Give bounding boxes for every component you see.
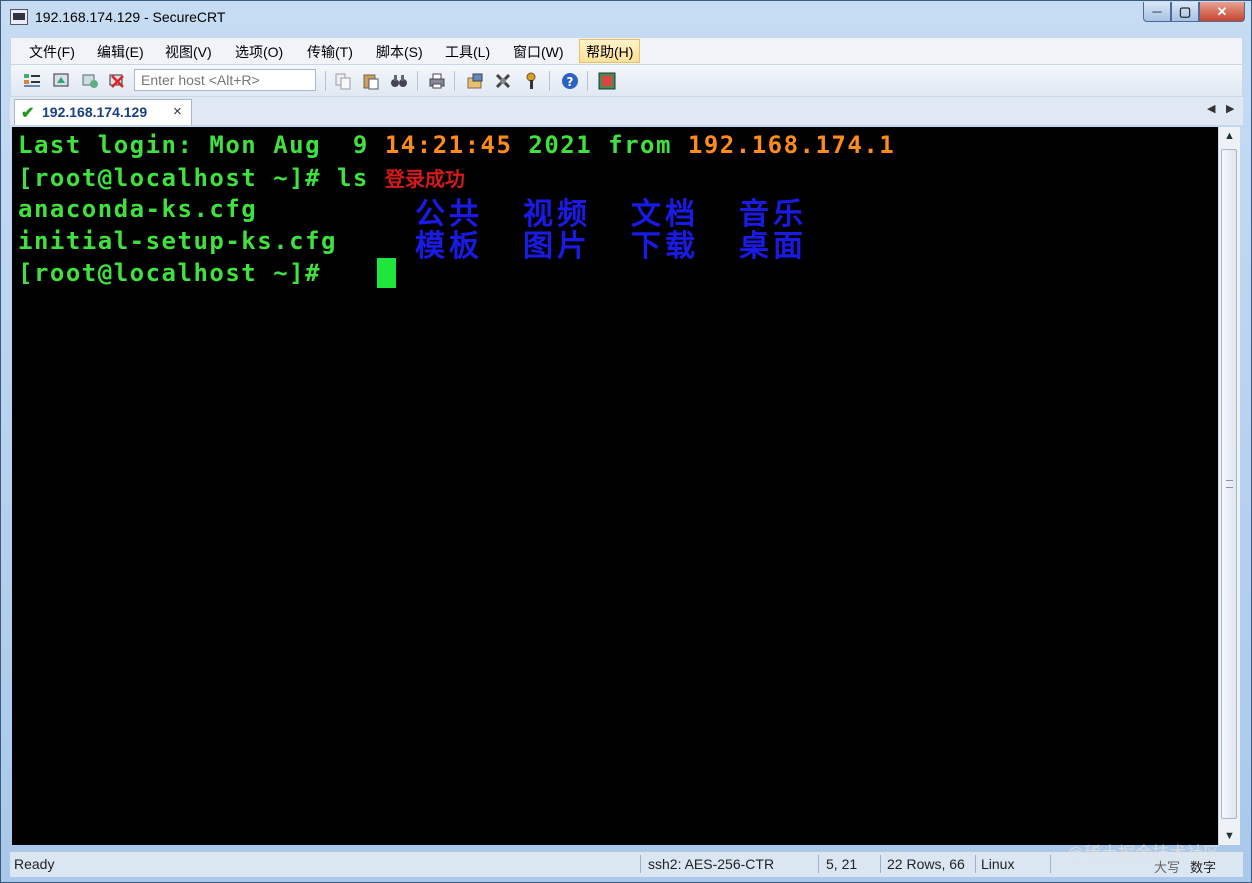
toolbar-separator <box>587 71 588 91</box>
session-tab-bar: ✔ 192.168.174.129 × ◀ ▶ <box>10 97 1243 125</box>
toolbar-separator <box>417 71 418 91</box>
terminal-line: Last login: Mon Aug 9 14:21:45 2021 from… <box>18 131 896 159</box>
disconnect-icon[interactable] <box>108 72 126 90</box>
annotation-text: 登录成功 <box>384 167 465 191</box>
close-button[interactable]: ✕ <box>1199 2 1245 22</box>
help-icon[interactable]: ? <box>561 72 579 90</box>
tab-label: 192.168.174.129 <box>42 104 148 120</box>
menu-help[interactable]: 帮助(H) <box>579 39 641 63</box>
status-separator <box>818 855 819 873</box>
title-bar: 192.168.174.129 - SecureCRT ─ ▢ ✕ <box>1 1 1251 35</box>
sftp-icon[interactable] <box>598 72 616 90</box>
copy-icon[interactable] <box>334 72 352 90</box>
scroll-grip <box>1226 480 1233 488</box>
toolbar-separator <box>549 71 550 91</box>
app-icon <box>10 9 28 25</box>
menu-transfer[interactable]: 传输(T) <box>303 42 357 62</box>
terminal-line: anaconda-ks.cfg <box>18 195 258 223</box>
dir-entry: 模板 <box>415 229 483 264</box>
watermark-text: @稀土掘金技术社区 <box>1067 844 1221 863</box>
scroll-thumb[interactable] <box>1221 149 1237 819</box>
minimize-button[interactable]: ─ <box>1143 2 1171 22</box>
quick-connect-icon[interactable] <box>52 72 70 90</box>
connect-bar-icon[interactable] <box>23 72 41 90</box>
print-icon[interactable] <box>428 72 446 90</box>
scroll-up-icon[interactable]: ▲ <box>1224 130 1235 142</box>
status-os: Linux <box>981 856 1015 872</box>
toolbar-separator <box>454 71 455 91</box>
paste-icon[interactable] <box>362 72 380 90</box>
connected-check-icon: ✔ <box>21 105 35 122</box>
terminal-prompt: [root@localhost ~]# <box>18 259 322 287</box>
terminal-line: initial-setup-ks.cfg <box>18 227 337 255</box>
scroll-down-icon[interactable]: ▼ <box>1224 830 1235 842</box>
menu-view[interactable]: 视图(V) <box>161 42 216 62</box>
status-terminal-size: 22 Rows, 66 <box>887 856 965 872</box>
status-separator <box>1050 855 1051 873</box>
status-separator <box>880 855 881 873</box>
terminal-cursor <box>377 258 396 288</box>
status-cursor-position: 5, 21 <box>826 856 858 872</box>
dir-entry: 桌面 <box>739 229 807 264</box>
toolbar: Enter host <Alt+R> ? <box>10 65 1243 97</box>
menu-bar: 文件(F) 编辑(E) 视图(V) 选项(O) 传输(T) 脚本(S) 工具(L… <box>10 37 1243 65</box>
window-title: 192.168.174.129 - SecureCRT <box>35 9 226 25</box>
session-tab[interactable]: ✔ 192.168.174.129 × <box>14 99 192 125</box>
session-options-icon[interactable] <box>466 72 484 90</box>
key-icon[interactable] <box>522 72 540 90</box>
dir-entry: 下载 <box>631 229 699 264</box>
menu-file[interactable]: 文件(F) <box>25 42 79 62</box>
status-separator <box>975 855 976 873</box>
toolbar-separator <box>325 71 326 91</box>
svg-text:?: ? <box>567 75 574 89</box>
dir-entry: 图片 <box>523 229 591 264</box>
status-separator <box>640 855 641 873</box>
window-controls: ─ ▢ ✕ <box>1143 2 1245 22</box>
find-icon[interactable] <box>390 72 408 90</box>
maximize-button[interactable]: ▢ <box>1171 2 1199 22</box>
menu-options[interactable]: 选项(O) <box>231 42 287 62</box>
enter-host-input[interactable]: Enter host <Alt+R> <box>134 69 316 91</box>
tab-scroll-right-icon[interactable]: ▶ <box>1226 102 1234 115</box>
menu-tools[interactable]: 工具(L) <box>441 42 494 62</box>
menu-window[interactable]: 窗口(W) <box>509 42 568 62</box>
tab-close-button[interactable]: × <box>173 103 182 120</box>
vertical-scrollbar[interactable]: ▲ ▼ <box>1218 127 1240 845</box>
securecrt-window: 192.168.174.129 - SecureCRT ─ ▢ ✕ 文件(F) … <box>0 0 1252 883</box>
status-ready: Ready <box>14 856 55 872</box>
terminal-line: [root@localhost ~]# ls 登录成功 <box>18 164 465 192</box>
menu-edit[interactable]: 编辑(E) <box>93 42 148 62</box>
reconnect-icon[interactable] <box>81 72 99 90</box>
tab-scroll-left-icon[interactable]: ◀ <box>1207 102 1215 115</box>
menu-script[interactable]: 脚本(S) <box>372 42 427 62</box>
status-cipher: ssh2: AES-256-CTR <box>648 856 775 872</box>
status-bar: Ready ssh2: AES-256-CTR 5, 21 22 Rows, 6… <box>10 851 1243 877</box>
terminal-screen[interactable]: Last login: Mon Aug 9 14:21:45 2021 from… <box>12 127 1218 845</box>
global-options-icon[interactable] <box>494 72 512 90</box>
